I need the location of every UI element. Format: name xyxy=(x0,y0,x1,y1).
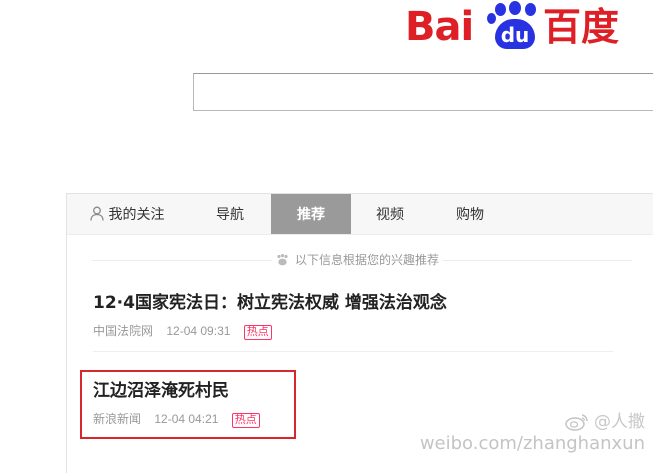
notice-text-wrap: 以下信息根据您的兴趣推荐 xyxy=(272,251,444,269)
tab-label: 推荐 xyxy=(297,206,325,222)
hot-badge: 热点 xyxy=(243,325,272,340)
watermark-handle: @人撒 xyxy=(594,412,645,432)
news-source: 中国法院网 xyxy=(93,324,154,338)
baidu-logo[interactable]: Bai du 百度 xyxy=(405,1,625,51)
paw-logo-icon: du xyxy=(487,1,545,51)
news-divider xyxy=(93,351,613,352)
weibo-watermark: @人撒 weibo.com/zhanghanxun xyxy=(420,411,645,455)
user-icon xyxy=(89,206,104,221)
tab-label: 购物 xyxy=(456,206,484,222)
news-time: 12-04 09:31 xyxy=(166,324,231,338)
watermark-url: weibo.com/zhanghanxun xyxy=(419,433,645,454)
tab-label: 我的关注 xyxy=(108,206,165,222)
tab-my-follow[interactable]: 我的关注 xyxy=(87,194,167,234)
recommend-notice: 以下信息根据您的兴趣推荐 xyxy=(92,251,632,269)
tab-label: 视频 xyxy=(376,206,404,222)
tab-shopping[interactable]: 购物 xyxy=(447,194,493,234)
logo-chinese-text: 百度 xyxy=(543,5,620,49)
news-title[interactable]: 12·4国家宪法日：树立宪法权威 增强法治观念 xyxy=(93,291,613,315)
tab-navigation[interactable]: 导航 xyxy=(207,194,253,234)
news-meta: 中国法院网 12-04 09:31 热点 xyxy=(93,323,613,340)
search-box[interactable] xyxy=(193,73,653,111)
tab-video[interactable]: 视频 xyxy=(367,194,413,234)
feed-tab-bar: 我的关注 导航 推荐 视频 购物 xyxy=(67,194,653,235)
search-input[interactable] xyxy=(194,74,653,110)
tab-label: 导航 xyxy=(216,206,244,222)
notice-text: 以下信息根据您的兴趣推荐 xyxy=(295,253,440,267)
weibo-icon xyxy=(565,414,588,431)
paw-icon xyxy=(277,253,288,266)
highlight-box xyxy=(80,370,296,439)
logo-paw-text: du xyxy=(495,19,535,49)
news-item[interactable]: 12·4国家宪法日：树立宪法权威 增强法治观念 中国法院网 12-04 09:3… xyxy=(93,291,613,340)
logo-latin-text: Bai xyxy=(405,4,474,50)
tab-recommend[interactable]: 推荐 xyxy=(271,194,351,234)
watermark-handle-row: @人撒 xyxy=(420,411,645,433)
